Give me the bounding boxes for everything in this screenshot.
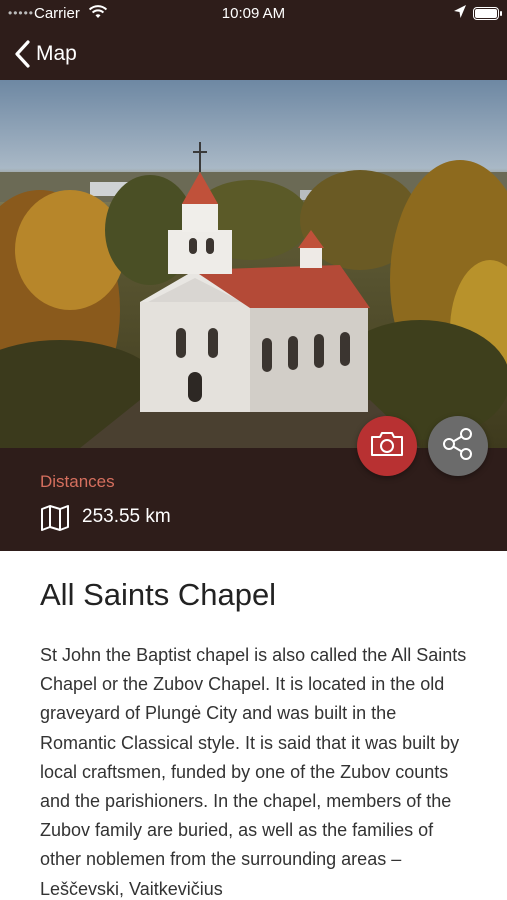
distances-label: Distances [40,472,115,491]
back-button-label: Map [36,42,77,65]
camera-button[interactable] [357,416,417,476]
distance-value: 253.55 km [82,506,171,527]
battery-icon [473,7,499,20]
camera-icon [369,430,405,463]
back-button[interactable]: Map [12,36,77,72]
chevron-left-icon [12,39,34,69]
battery-tip [500,11,502,16]
share-button[interactable] [428,416,488,476]
navigation-bar: Map [0,28,507,80]
article-content: All Saints Chapel St John the Baptist ch… [0,551,507,900]
status-bar: ••••• Carrier 10:09 AM [0,0,507,28]
share-icon [441,427,475,466]
location-arrow-icon [453,4,467,24]
map-icon [40,505,70,536]
distances-panel: Distances 253.55 km [0,448,507,551]
article-body: St John the Baptist chapel is also calle… [40,645,467,899]
hero-photo [0,80,507,448]
clock: 10:09 AM [221,5,286,22]
article-title: All Saints Chapel [40,577,277,612]
